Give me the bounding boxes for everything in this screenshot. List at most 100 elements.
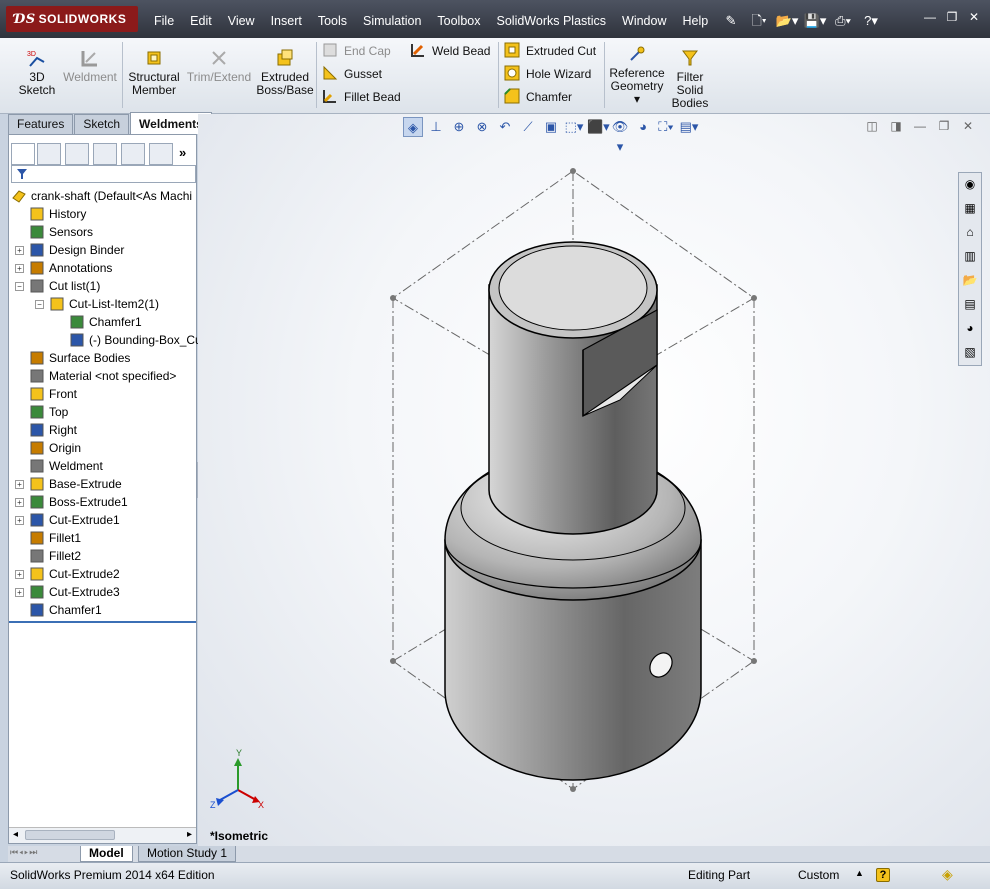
menu-simulation[interactable]: Simulation <box>355 8 429 36</box>
tree-item-front[interactable]: Front <box>9 385 198 403</box>
tree-item-right[interactable]: Right <box>9 421 198 439</box>
new-document-icon[interactable]: 🗋▾ <box>746 10 772 32</box>
tree-item-design-binder[interactable]: + Design Binder <box>9 241 198 259</box>
tree-item-boss-extrude1[interactable]: + Boss-Extrude1 <box>9 493 198 511</box>
weldment-button[interactable]: Weldment <box>62 48 118 84</box>
gusset-button[interactable]: Gusset <box>322 64 382 84</box>
open-folder-icon[interactable]: 📂▾ <box>774 10 800 32</box>
expand-toggle-icon[interactable]: + <box>15 516 24 525</box>
tree-item-top[interactable]: Top <box>9 403 198 421</box>
tab-scroll-arrows-icon[interactable]: ⏮◂▸⏭ <box>10 847 38 858</box>
menu-window[interactable]: Window <box>614 8 674 36</box>
expand-toggle-icon[interactable]: + <box>15 588 24 597</box>
help-status-icon[interactable]: ? <box>876 868 890 882</box>
tab-motion-study[interactable]: Motion Study 1 <box>138 846 237 862</box>
menu-insert[interactable]: Insert <box>263 8 310 36</box>
rollback-bar[interactable] <box>9 621 196 623</box>
extruded-boss-base-button[interactable]: Extruded Boss/Base <box>256 48 314 97</box>
tree-item-chamfer1[interactable]: Chamfer1 <box>9 313 198 331</box>
scroll-right-icon[interactable]: ▸ <box>187 829 192 840</box>
print-icon[interactable]: ⎙▾ <box>830 10 856 32</box>
chamfer-button[interactable]: Chamfer <box>504 87 572 107</box>
tree-item-origin[interactable]: Origin <box>9 439 198 457</box>
fillet-bead-button[interactable]: Fillet Bead <box>322 87 401 107</box>
tree-item-bounding-box-cu[interactable]: (-) Bounding-Box_Cu <box>9 331 202 349</box>
more-tabs-chevron-icon[interactable]: » <box>179 145 186 160</box>
tree-item-weldment[interactable]: Weldment <box>9 457 198 475</box>
solidworks-resources-icon[interactable]: ◉ <box>959 173 981 195</box>
status-units[interactable]: Custom <box>798 868 839 882</box>
menu-solidworks-plastics[interactable]: SolidWorks Plastics <box>489 8 615 36</box>
menu-view[interactable]: View <box>220 8 263 36</box>
end-cap-button[interactable]: End Cap <box>322 41 391 61</box>
plastics-tab-icon[interactable] <box>149 143 173 165</box>
view-palette-icon[interactable]: ▤ <box>959 293 981 315</box>
maximize-icon[interactable]: ❐ <box>942 8 962 26</box>
trim-extend-button[interactable]: Trim/Extend <box>186 48 252 84</box>
expand-toggle-icon[interactable]: + <box>15 264 24 273</box>
tag-icon[interactable]: ◈ <box>942 866 953 883</box>
tree-item-cut-extrude2[interactable]: + Cut-Extrude2 <box>9 565 198 583</box>
tree-item-fillet2[interactable]: Fillet2 <box>9 547 198 565</box>
horizontal-scrollbar[interactable]: ◂ ▸ <box>9 827 196 843</box>
menu-edit[interactable]: Edit <box>182 8 220 36</box>
crank-shaft-model[interactable] <box>444 241 702 781</box>
file-explorer-icon[interactable]: 📂 <box>959 269 981 291</box>
scroll-thumb[interactable] <box>25 830 115 840</box>
expand-toggle-icon[interactable]: + <box>15 480 24 489</box>
property-manager-tab-icon[interactable] <box>37 143 61 165</box>
tab-features[interactable]: Features <box>8 114 74 134</box>
expand-toggle-icon[interactable]: + <box>15 570 24 579</box>
graphics-area[interactable]: ◈ ⊥ ⊕ ⊗ ↶ ⟋ ▣ ⬚▾ ⬛▾ 👁▾ ◕ ⛶▾ ▤▾ ◫ ◨ — ❐ ✕ <box>198 114 990 846</box>
menu-tools[interactable]: Tools <box>310 8 355 36</box>
reference-geometry-button[interactable]: Reference Geometry ▾ <box>608 44 666 106</box>
tree-item-sensors[interactable]: Sensors <box>9 223 198 241</box>
tree-item-cut-extrude1[interactable]: + Cut-Extrude1 <box>9 511 198 529</box>
tree-item-cut-extrude3[interactable]: + Cut-Extrude3 <box>9 583 198 601</box>
help-icon[interactable]: ?▾ <box>858 10 884 32</box>
reference-geometry-dropdown-icon[interactable]: ▾ <box>634 92 640 106</box>
tab-sketch[interactable]: Sketch <box>74 114 130 134</box>
extruded-cut-button[interactable]: Extruded Cut <box>504 41 596 61</box>
design-library-icon[interactable]: ▦ <box>959 197 981 219</box>
close-icon[interactable]: ✕ <box>964 8 984 26</box>
tree-item-history[interactable]: History <box>9 205 198 223</box>
minimize-icon[interactable]: — <box>920 8 940 26</box>
display-manager-tab-icon[interactable] <box>121 143 145 165</box>
expand-toggle-icon[interactable]: − <box>35 300 44 309</box>
menu-file[interactable]: File <box>146 8 182 36</box>
hole-wizard-button[interactable]: Hole Wizard <box>504 64 591 84</box>
filter-solid-bodies-button[interactable]: Filter Solid Bodies <box>668 48 712 110</box>
solidworks-logo[interactable]: ƊS SOLIDWORKS <box>6 6 138 32</box>
tree-item-annotations[interactable]: + Annotations <box>9 259 198 277</box>
save-icon[interactable]: 💾▾ <box>802 10 828 32</box>
custom-properties-icon[interactable]: ▧ <box>959 341 981 363</box>
3d-sketch-button[interactable]: 3D 3D Sketch <box>14 48 60 97</box>
tree-root-part[interactable]: crank-shaft (Default<As Machi <box>9 187 198 205</box>
expand-toggle-icon[interactable]: + <box>15 498 24 507</box>
scroll-left-icon[interactable]: ◂ <box>13 829 18 840</box>
tree-item-material-not-specified[interactable]: Material <not specified> <box>9 367 198 385</box>
weld-bead-button[interactable]: Weld Bead <box>410 41 490 61</box>
tree-item-fillet1[interactable]: Fillet1 <box>9 529 198 547</box>
pin-icon[interactable]: ✎ <box>718 10 744 32</box>
feature-manager-tab-icon[interactable] <box>11 143 35 165</box>
menu-help[interactable]: Help <box>675 8 717 36</box>
tree-item-base-extrude[interactable]: + Base-Extrude <box>9 475 198 493</box>
home-icon[interactable]: ⌂ <box>959 221 981 243</box>
appearances-icon[interactable]: ◕ <box>959 317 981 339</box>
units-dropdown-icon[interactable]: ▲ <box>855 868 864 878</box>
feature-tree-filter[interactable] <box>11 165 196 183</box>
tab-model[interactable]: Model <box>80 846 133 862</box>
structural-member-button[interactable]: Structural Member <box>126 48 182 97</box>
configuration-manager-tab-icon[interactable] <box>65 143 89 165</box>
tree-item-surface-bodies[interactable]: Surface Bodies <box>9 349 198 367</box>
menu-toolbox[interactable]: Toolbox <box>429 8 488 36</box>
tree-item-cut-list-1[interactable]: − Cut list(1) <box>9 277 198 295</box>
expand-toggle-icon[interactable]: + <box>15 246 24 255</box>
tree-item-chamfer1[interactable]: Chamfer1 <box>9 601 198 619</box>
toolbox-icon[interactable]: ▥ <box>959 245 981 267</box>
tree-item-cut-list-item2-1[interactable]: − Cut-List-Item2(1) <box>9 295 198 313</box>
dimxpert-tab-icon[interactable] <box>93 143 117 165</box>
expand-toggle-icon[interactable]: − <box>15 282 24 291</box>
